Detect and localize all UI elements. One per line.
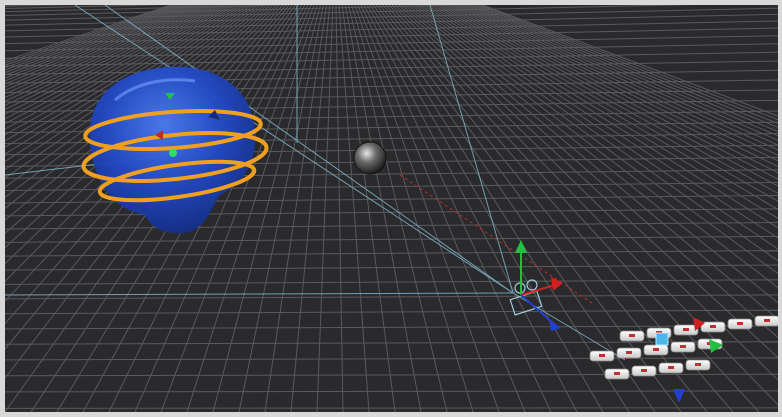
key-marker xyxy=(641,369,647,372)
chrome-sphere[interactable] xyxy=(353,141,387,175)
key-marker xyxy=(764,319,770,322)
translate-gizmo-icon[interactable] xyxy=(515,240,563,331)
scene-canvas[interactable] xyxy=(5,5,778,412)
key-marker xyxy=(629,334,635,337)
key-marker xyxy=(710,325,716,328)
key-marker xyxy=(680,345,686,348)
key-marker xyxy=(626,351,632,354)
keyboard-mesh[interactable] xyxy=(589,315,778,380)
key-marker xyxy=(695,363,701,366)
3d-viewport[interactable] xyxy=(5,5,778,412)
key-marker xyxy=(668,366,674,369)
key-marker xyxy=(683,328,689,331)
key-marker xyxy=(614,372,620,375)
key-marker xyxy=(737,322,743,325)
key-marker xyxy=(653,348,659,351)
key-marker xyxy=(599,354,605,357)
